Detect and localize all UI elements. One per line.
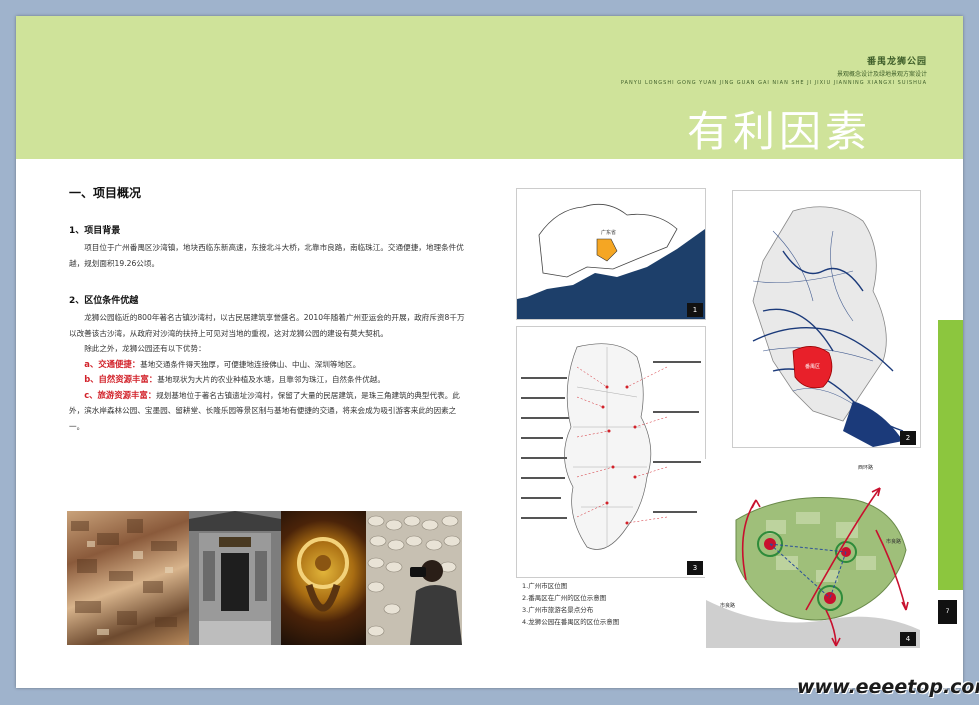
advantage-item-c: c、旅游资源丰富：规划基地位于著名古镇遗址沙湾村，保留了大量的民居建筑，是珠三角… [69, 388, 469, 435]
advantage-b-label: b、自然资源丰富： [84, 374, 158, 384]
advantage-a-label: a、交通便捷： [84, 358, 141, 369]
map4-road-label-west: 西环路 [858, 465, 874, 471]
document-page: 番禺龙狮公园 景观概念设计及绿地景观方案设计 PANYU LONGSHI GON… [16, 16, 963, 688]
figure-badge-2: 2 [900, 431, 916, 445]
figure-badge-1: 1 [687, 303, 703, 317]
page-title: 有利因素 [686, 107, 871, 156]
map4-road-label-south: 市良路 [720, 603, 736, 609]
green-side-tab [938, 320, 963, 590]
project-brand: 番禺龙狮公园 景观概念设计及绿地景观方案设计 PANYU LONGSHI GON… [621, 54, 927, 86]
figure-panyu-location-map: 番禺区 2 [732, 190, 921, 448]
caption-2: 2.番禺区在广州的区位示意图 [522, 594, 607, 602]
ancestral-hall-building [189, 511, 281, 645]
watermark-logo: www.eeeetop.com [797, 676, 979, 698]
project-pinyin: PANYU LONGSHI GONG YUAN JING GUAN GAI NI… [620, 80, 927, 86]
figure-scenic-spots-map: 3 [516, 326, 706, 578]
advantage-a-text: 基地交通条件得天独厚，可便捷地连接佛山、中山、深圳等地区。 [140, 359, 361, 369]
map1-label: 广东省 [601, 230, 617, 236]
figure-badge-4: 4 [900, 632, 916, 646]
body-text: 一、项目概况 1、项目背景 项目位于广州番禺区沙湾镇，地块西临东新高速，东接北斗… [69, 184, 469, 434]
door-knocker-ring [297, 537, 349, 612]
old-town-roofs [71, 519, 177, 635]
section-title: 一、项目概况 [69, 186, 142, 200]
figure-park-site-map: 西环路 市良路 市良路 4 [705, 459, 921, 649]
caption-3: 3.广州市旅游名景点分布 [522, 606, 594, 614]
panyu-location-graphic [752, 206, 904, 447]
advantage-item-b: b、自然资源丰富：基地现状为大片的农业种植及水塘，且靠邻为珠江，自然条件优越。 [69, 372, 469, 388]
photo-strip [67, 511, 462, 645]
subsection-title-location: 2、区位条件优越 [69, 296, 139, 306]
page-number: 7 [938, 600, 957, 624]
project-subtitle: 景观概念设计及绿地景观方案设计 [836, 71, 927, 78]
advantage-b-text: 基地现状为大片的农业种植及水塘，且靠邻为珠江，自然条件优越。 [157, 375, 385, 384]
shell-wall-photographer [367, 515, 462, 645]
advantage-item-a: a、交通便捷：基地交通条件得天独厚，可便捷地连接佛山、中山、深圳等地区。 [69, 357, 469, 373]
photographer-photo [366, 511, 462, 645]
map4-road-label-east: 市良路 [886, 539, 902, 545]
paragraph-background: 项目位于广州番禺区沙湾镇，地块西临东新高速，东接北斗大桥，北靠市良路，南临珠江。… [69, 243, 464, 268]
park-site-graphic [706, 487, 920, 648]
figure-captions: 1.广州市区位图 2.番禺区在广州的区位示意图 3.广州市旅游名景点分布 4.龙… [522, 580, 619, 628]
old-town-photo [67, 511, 189, 645]
guangdong-map-graphic [517, 189, 705, 319]
figure-badge-3: 3 [687, 561, 703, 575]
paragraph-location: 龙狮公园临近的800年著名古镇沙湾村，以古民居建筑享誉盛名。2010年随着广州亚… [69, 313, 465, 338]
ancestral-hall-photo [189, 511, 281, 645]
paragraph-advantages-intro: 除此之外，龙狮公园还有以下优势： [84, 344, 206, 353]
figure-guangdong-map: 广东省 1 [516, 188, 706, 320]
caption-4: 4.龙狮公园在番禺区的区位示意图 [522, 618, 620, 626]
header-banner: 番禺龙狮公园 景观概念设计及绿地景观方案设计 PANYU LONGSHI GON… [16, 16, 963, 159]
subsection-title-background: 1、项目背景 [69, 226, 121, 236]
map2-label: 番禺区 [805, 364, 821, 370]
door-knocker-photo [281, 511, 366, 645]
advantage-c-label: c、旅游资源丰富： [84, 389, 157, 400]
scenic-spots-graphic [521, 343, 701, 550]
caption-1: 1.广州市区位图 [522, 582, 568, 590]
project-name: 番禺龙狮公园 [866, 57, 927, 67]
